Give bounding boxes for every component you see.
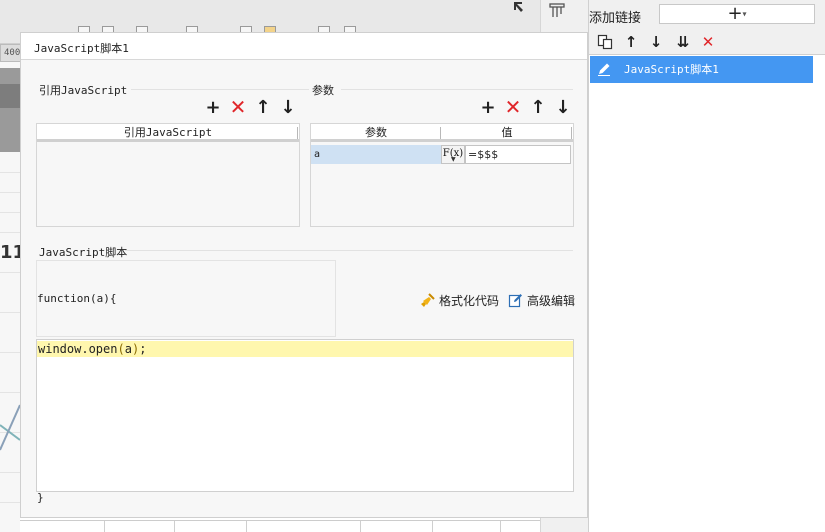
- referenced-js-table[interactable]: 引用JavaScript: [36, 123, 300, 227]
- link-list: JavaScript脚本1: [589, 54, 825, 532]
- move-reference-up-button[interactable]: ↑: [254, 99, 272, 117]
- list-item[interactable]: JavaScript脚本1: [590, 56, 813, 83]
- delete-icon[interactable]: ✕: [698, 32, 718, 52]
- column-header: 引用JavaScript: [37, 124, 299, 142]
- code-editor[interactable]: window.open(a);: [36, 339, 574, 492]
- broom-icon: [421, 293, 435, 307]
- chart-fragment-icon: [0, 404, 20, 451]
- delete-param-button[interactable]: ✕: [504, 97, 522, 117]
- dialog-header: JavaScript脚本1: [21, 33, 587, 60]
- pencil-icon: [598, 63, 610, 76]
- move-param-up-button[interactable]: ↑: [529, 99, 547, 117]
- code-line: window.open(a);: [37, 341, 573, 357]
- advanced-edit-label: 高级编辑: [527, 294, 576, 308]
- code-token: a: [124, 342, 132, 356]
- zoom-ruler: 400: [0, 44, 22, 62]
- add-param-button[interactable]: +: [479, 99, 497, 117]
- section-divider: [341, 89, 573, 90]
- format-code-button[interactable]: 格式化代码: [420, 292, 499, 309]
- delete-reference-button[interactable]: ✕: [229, 97, 247, 117]
- closing-brace: }: [37, 491, 44, 504]
- background-band: [0, 68, 20, 152]
- section-divider: [131, 89, 309, 90]
- move-down-icon[interactable]: ↓: [646, 32, 666, 52]
- dialog-title: JavaScript脚本1: [34, 42, 129, 55]
- section-divider: [125, 250, 573, 251]
- chevron-down-icon: ▼: [451, 156, 456, 163]
- panel-title: 添加链接: [589, 11, 642, 26]
- params-table: 参数 值 a F(x) ▼ =$$$: [310, 123, 574, 227]
- move-reference-down-button[interactable]: ↓: [279, 99, 297, 117]
- move-to-bottom-icon[interactable]: ⇊: [673, 32, 693, 52]
- param-name-header: 参数: [311, 124, 441, 142]
- copy-icon[interactable]: [595, 32, 615, 52]
- widget-panel-icon[interactable]: [549, 2, 567, 18]
- move-param-down-button[interactable]: ↓: [554, 99, 572, 117]
- param-name-cell[interactable]: a: [311, 145, 441, 164]
- code-token: ;: [139, 342, 147, 356]
- advanced-edit-button[interactable]: 高级编辑: [508, 292, 575, 309]
- params-label: 参数: [312, 84, 334, 97]
- link-toolbar: ↑ ↓ ⇊ ✕: [589, 30, 825, 54]
- function-signature: function(a){: [37, 292, 117, 305]
- move-up-icon[interactable]: ↑: [621, 32, 641, 52]
- list-item-label: JavaScript脚本1: [624, 63, 719, 76]
- hyperlink-panel: 添加链接 +▾ ↑ ↓ ⇊ ✕ JavaScript脚本1: [588, 0, 825, 532]
- chevron-down-icon: ▾: [742, 9, 747, 19]
- script-label: JavaScript脚本: [39, 246, 128, 259]
- add-reference-button[interactable]: +: [204, 99, 222, 117]
- javascript-dialog: JavaScript脚本1 引用JavaScript + ✕ ↑ ↓ 引用Jav…: [20, 32, 588, 518]
- formula-button[interactable]: F(x) ▼: [441, 145, 465, 164]
- code-token: window.open: [38, 342, 118, 356]
- param-value-header: 值: [441, 124, 573, 142]
- add-link-button[interactable]: +▾: [659, 4, 815, 24]
- plus-icon: +: [727, 3, 743, 24]
- column-separator: [571, 127, 572, 139]
- referenced-js-label: 引用JavaScript: [39, 84, 128, 97]
- format-code-label: 格式化代码: [439, 294, 500, 308]
- column-separator: [440, 127, 441, 139]
- expand-icon[interactable]: [512, 0, 526, 14]
- edit-icon: [508, 294, 522, 308]
- background-band: [0, 84, 20, 108]
- code-token: (: [117, 342, 125, 356]
- column-separator: [297, 127, 298, 139]
- sheet-bottom-strip: [20, 520, 588, 532]
- param-value-field[interactable]: =$$$: [465, 145, 571, 164]
